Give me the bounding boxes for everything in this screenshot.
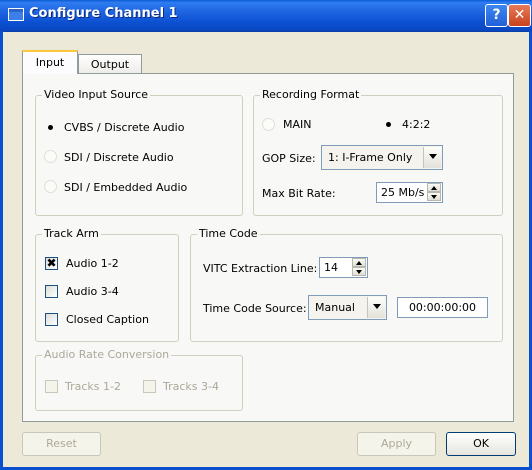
radio-cvbs-discrete-label[interactable]: CVBS / Discrete Audio	[64, 121, 184, 134]
radio-422-label[interactable]: 4:2:2	[402, 118, 430, 131]
tab-output[interactable]: Output	[78, 54, 142, 75]
checkbox-audio-1-2[interactable]: ✖	[45, 257, 58, 270]
gop-size-value: 1: I-Frame Only	[328, 151, 413, 164]
window-title: Configure Channel 1	[29, 6, 178, 21]
radio-sdi-discrete[interactable]	[44, 150, 57, 163]
spin-up-icon[interactable]	[427, 183, 441, 192]
checkbox-tracks-1-2[interactable]	[45, 380, 58, 393]
reset-button[interactable]: Reset	[22, 432, 101, 456]
radio-422[interactable]	[382, 118, 395, 131]
tab-input[interactable]: Input	[22, 50, 78, 74]
gop-size-dropdown[interactable]: 1: I-Frame Only	[321, 145, 443, 170]
chevron-down-icon[interactable]	[367, 297, 385, 318]
time-code-field[interactable]: 00:00:00:00	[397, 297, 488, 318]
time-code-source-label: Time Code Source:	[203, 302, 307, 315]
close-icon[interactable]: ✕	[508, 4, 531, 27]
apply-button-label: Apply	[380, 437, 413, 450]
window-border-left	[0, 31, 3, 470]
title-bar[interactable]: Configure Channel 1 ? ✕	[0, 0, 532, 32]
gop-size-label: GOP Size:	[262, 152, 316, 165]
radio-sdi-embedded-label[interactable]: SDI / Embedded Audio	[64, 181, 187, 194]
checkbox-closed-caption-label[interactable]: Closed Caption	[66, 313, 149, 326]
radio-cvbs-discrete[interactable]	[44, 121, 57, 134]
audio-rate-conversion-legend: Audio Rate Conversion	[42, 348, 172, 361]
spin-down-icon[interactable]	[352, 267, 366, 276]
checkbox-audio-3-4[interactable]	[45, 285, 58, 298]
vitc-extraction-line-value: 14	[324, 261, 338, 274]
recording-format-legend: Recording Format	[260, 88, 362, 101]
checkbox-audio-1-2-label[interactable]: Audio 1-2	[66, 257, 119, 270]
apply-button[interactable]: Apply	[357, 432, 436, 456]
checkbox-tracks-1-2-label[interactable]: Tracks 1-2	[65, 380, 121, 393]
ok-button-label: OK	[473, 437, 489, 450]
radio-sdi-embedded[interactable]	[44, 180, 57, 193]
reset-button-label: Reset	[46, 437, 77, 450]
checkbox-tracks-3-4-label[interactable]: Tracks 3-4	[163, 380, 219, 393]
time-code-source-dropdown[interactable]: Manual	[308, 295, 387, 320]
video-input-source-legend: Video Input Source	[42, 88, 151, 101]
vitc-extraction-line-spinner[interactable]: 14	[319, 257, 368, 278]
radio-main[interactable]	[262, 118, 275, 131]
max-bit-rate-label: Max Bit Rate:	[262, 187, 336, 200]
help-icon[interactable]: ?	[485, 4, 508, 27]
time-code-source-value: Manual	[315, 301, 355, 314]
spin-up-icon[interactable]	[352, 258, 366, 267]
track-arm-legend: Track Arm	[42, 227, 101, 240]
spin-down-icon[interactable]	[427, 192, 441, 201]
checkbox-tracks-3-4[interactable]	[143, 380, 156, 393]
time-code-group: Time Code	[190, 227, 503, 342]
chevron-down-icon[interactable]	[423, 147, 441, 168]
vitc-extraction-line-label: VITC Extraction Line:	[203, 262, 318, 275]
max-bit-rate-spinner[interactable]: 25 Mb/s	[376, 182, 443, 203]
ok-button[interactable]: OK	[446, 432, 516, 456]
time-code-legend: Time Code	[197, 227, 260, 240]
window-icon	[8, 8, 24, 21]
checkbox-audio-3-4-label[interactable]: Audio 3-4	[66, 285, 119, 298]
radio-sdi-discrete-label[interactable]: SDI / Discrete Audio	[64, 151, 174, 164]
max-bit-rate-value: 25 Mb/s	[381, 186, 425, 199]
radio-main-label[interactable]: MAIN	[283, 118, 312, 131]
checkbox-closed-caption[interactable]	[45, 313, 58, 326]
